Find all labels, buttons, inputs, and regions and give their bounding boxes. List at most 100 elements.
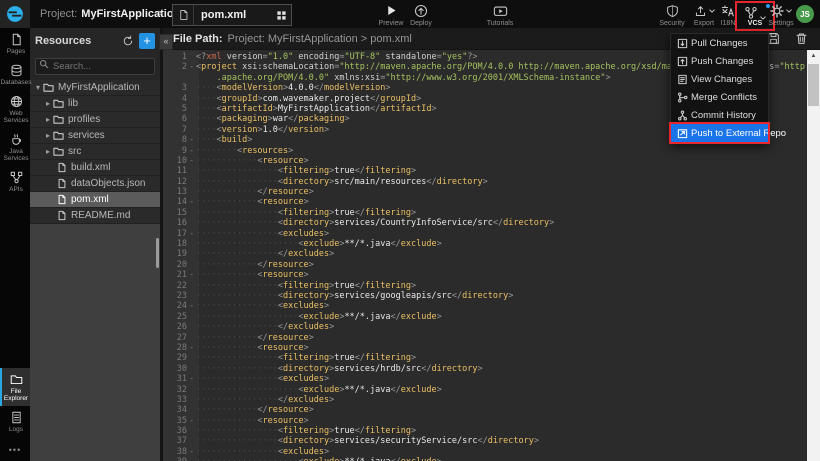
folder-icon (53, 114, 64, 125)
preview-button[interactable]: Preview (376, 3, 406, 27)
i18n-label: I18N (721, 20, 736, 27)
code-line: 19················</excludes> (163, 249, 820, 259)
add-resource-button[interactable]: + (139, 33, 155, 49)
search-input[interactable] (35, 58, 155, 75)
sidebar-item-logs[interactable]: Logs (0, 406, 30, 437)
external-repo-icon (677, 128, 688, 139)
caret-right-icon[interactable]: ▸ (43, 99, 53, 108)
tutorials-button[interactable]: Tutorials (481, 3, 519, 27)
rail-label: File Explorer (2, 388, 30, 402)
file-icon (57, 194, 67, 205)
code-line: 15················<filtering>true</filte… (163, 208, 820, 218)
sidebar-item-web-services[interactable]: Web Services (0, 90, 30, 128)
breadcrumb-chevron-icon: › (158, 5, 162, 20)
pages-icon (10, 33, 23, 46)
file-icon (57, 210, 67, 221)
tree-item-src[interactable]: ▸ src (30, 144, 160, 160)
menu-item-view-changes[interactable]: View Changes (671, 70, 768, 88)
menu-item-push-changes[interactable]: Push Changes (671, 52, 768, 70)
menu-item-pull-changes[interactable]: Pull Changes (671, 34, 768, 52)
settings-button[interactable]: Settings (766, 3, 796, 27)
tree-item-dataobjects-json[interactable]: dataObjects.json (30, 176, 160, 192)
project-name: MyFirstApplication (81, 8, 180, 20)
scroll-up-arrow-icon[interactable]: ▲ (807, 50, 820, 62)
code-line: 13············</resource> (163, 187, 820, 197)
file-icon (178, 9, 189, 21)
caret-right-icon[interactable]: ▸ (43, 147, 53, 156)
play-icon (385, 4, 398, 17)
sidebar-item-apis[interactable]: APIs (0, 166, 30, 197)
tree-item-services[interactable]: ▸ services (30, 128, 160, 144)
resources-header: Resources + (30, 28, 160, 53)
open-file-tab[interactable]: pom.xml (172, 4, 292, 26)
sidebar-item-pages[interactable]: Pages (0, 28, 30, 59)
tree-item-label: profiles (68, 114, 100, 125)
rail-label: Logs (9, 426, 23, 433)
code-line: 23················<directory>services/go… (163, 291, 820, 301)
menu-item-merge-conflicts[interactable]: Merge Conflicts (671, 88, 768, 106)
delete-button[interactable] (795, 32, 808, 45)
panel-empty-area (30, 224, 160, 461)
menu-item-push-to-external-repo[interactable]: Push to External Repo (671, 124, 768, 142)
code-line: 28-············<resource> (163, 343, 820, 353)
code-line: 16················<directory>services/Co… (163, 218, 820, 228)
left-nav-rail: Pages Databases Web Services Java Servic… (0, 28, 30, 461)
folder-icon (53, 98, 64, 109)
database-icon (10, 64, 23, 77)
editor-scrollbar[interactable]: ▲ (807, 50, 820, 461)
sidebar-item-databases[interactable]: Databases (0, 59, 30, 90)
settings-label: Settings (768, 20, 793, 27)
deploy-icon (414, 4, 428, 18)
code-line: 12················<directory>src/main/re… (163, 177, 820, 187)
view-icon (677, 74, 688, 85)
panel-scrollbar-thumb[interactable] (156, 238, 159, 268)
deploy-button[interactable]: Deploy (406, 3, 436, 27)
resource-search (30, 53, 160, 80)
code-line: 39····················<exclude>**/*.java… (163, 457, 820, 461)
i18n-icon (721, 4, 735, 18)
vcs-dropdown-menu: Pull Changes Push Changes View Changes M… (670, 33, 769, 143)
refresh-icon (122, 35, 134, 47)
caret-down-icon[interactable]: ▾ (33, 83, 43, 92)
menu-item-commit-history[interactable]: Commit History (671, 106, 768, 124)
menu-item-label: Push to External Repo (691, 128, 786, 139)
code-line: 11················<filtering>true</filte… (163, 166, 820, 176)
code-line: 29················<filtering>true</filte… (163, 353, 820, 363)
tab-filename: pom.xml (194, 9, 271, 21)
tutorials-icon (493, 4, 508, 18)
vcs-label: VCS (748, 20, 762, 27)
refresh-button[interactable] (122, 35, 134, 47)
caret-right-icon[interactable]: ▸ (43, 115, 53, 124)
tree-item-lib[interactable]: ▸ lib (30, 96, 160, 112)
menu-item-label: Push Changes (691, 56, 753, 67)
scrollbar-thumb[interactable] (808, 64, 819, 106)
tree-item-profiles[interactable]: ▸ profiles (30, 112, 160, 128)
code-line: 24-················<excludes> (163, 301, 820, 311)
more-options-icon[interactable]: ••• (0, 437, 30, 461)
menu-item-label: View Changes (691, 74, 752, 85)
code-line: 21-············<resource> (163, 270, 820, 280)
file-path-label: File Path: (173, 33, 223, 45)
rail-label: Java Services (2, 148, 30, 162)
tree-item-root[interactable]: ▾ MyFirstApplication (30, 80, 160, 96)
export-label: Export (694, 20, 714, 27)
sidebar-item-java-services[interactable]: Java Services (0, 128, 30, 166)
menu-item-label: Pull Changes (691, 38, 748, 49)
rail-label: Databases (0, 79, 31, 86)
tree-item-pom-xml-selected[interactable]: pom.xml (30, 192, 160, 208)
code-line: 35-············<resource> (163, 416, 820, 426)
caret-right-icon[interactable]: ▸ (43, 131, 53, 140)
tree-item-readme-md[interactable]: README.md (30, 208, 160, 224)
wavemaker-logo-icon (6, 5, 24, 23)
app-logo[interactable] (0, 0, 30, 28)
collapse-panel-button[interactable]: « (159, 34, 173, 50)
security-button[interactable]: Security (655, 3, 689, 27)
code-line: 26················</excludes> (163, 322, 820, 332)
sidebar-item-file-explorer[interactable]: File Explorer (0, 368, 30, 406)
chevron-down-icon (786, 9, 792, 13)
user-avatar[interactable]: JS (796, 5, 814, 23)
code-line: 14-············<resource> (163, 197, 820, 207)
pull-icon (677, 38, 688, 49)
tree-item-build-xml[interactable]: build.xml (30, 160, 160, 176)
folder-icon (10, 373, 23, 386)
